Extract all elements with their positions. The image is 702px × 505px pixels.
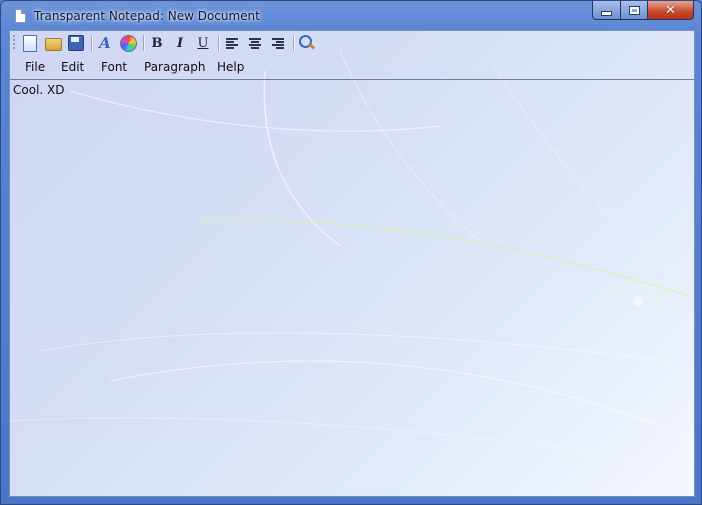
italic-button[interactable]: I xyxy=(170,34,190,52)
save-button[interactable] xyxy=(66,34,86,52)
maximize-icon xyxy=(628,5,640,15)
menu-bar: File Edit Font Paragraph Help xyxy=(10,56,694,78)
menu-paragraph[interactable]: Paragraph xyxy=(144,58,205,76)
maximize-button[interactable] xyxy=(620,1,648,20)
toolbar-grip[interactable] xyxy=(13,35,15,51)
window-title: Transparent Notepad: New Document xyxy=(34,9,260,23)
find-button[interactable] xyxy=(297,34,317,52)
close-button[interactable]: ✕ xyxy=(647,1,694,20)
align-center-icon xyxy=(249,38,261,49)
align-right-icon xyxy=(272,38,284,49)
align-left-button[interactable] xyxy=(222,34,242,52)
menu-edit[interactable]: Edit xyxy=(61,58,84,76)
toolbar-separator xyxy=(293,35,295,51)
new-document-button[interactable] xyxy=(20,34,40,52)
menu-help[interactable]: Help xyxy=(217,58,244,76)
document-icon xyxy=(15,9,26,23)
find-icon xyxy=(299,35,312,48)
toolbar: A B I U xyxy=(10,31,694,54)
minimize-button[interactable] xyxy=(592,1,621,20)
open-button[interactable] xyxy=(43,34,63,52)
color-icon xyxy=(119,34,137,52)
font-button[interactable]: A xyxy=(95,34,115,52)
close-icon: ✕ xyxy=(665,2,676,18)
new-document-icon xyxy=(23,34,37,52)
toolbar-separator xyxy=(218,35,220,51)
minimize-icon xyxy=(601,10,612,16)
app-window: Transparent Notepad: New Document ✕ A B … xyxy=(0,0,702,505)
underline-icon: U xyxy=(197,35,209,51)
align-left-icon xyxy=(226,38,238,49)
open-folder-icon xyxy=(44,37,62,51)
bold-button[interactable]: B xyxy=(147,34,167,52)
menu-font[interactable]: Font xyxy=(101,58,127,76)
align-right-button[interactable] xyxy=(268,34,288,52)
text-editor[interactable]: Cool. XD xyxy=(10,80,694,496)
toolbar-separator xyxy=(143,35,145,51)
menu-file[interactable]: File xyxy=(25,58,45,76)
font-icon: A xyxy=(99,34,111,52)
document-text[interactable]: Cool. XD xyxy=(13,83,65,97)
underline-button[interactable]: U xyxy=(193,34,213,52)
color-button[interactable] xyxy=(118,34,138,52)
title-bar[interactable]: Transparent Notepad: New Document ✕ xyxy=(1,1,701,29)
caption-buttons: ✕ xyxy=(592,1,694,21)
italic-icon: I xyxy=(176,35,184,51)
toolbar-separator xyxy=(91,35,93,51)
align-center-button[interactable] xyxy=(245,34,265,52)
client-area: A B I U File Edit Font Paragraph Help Co… xyxy=(9,30,695,497)
bold-icon: B xyxy=(151,35,163,51)
save-icon xyxy=(68,35,84,51)
